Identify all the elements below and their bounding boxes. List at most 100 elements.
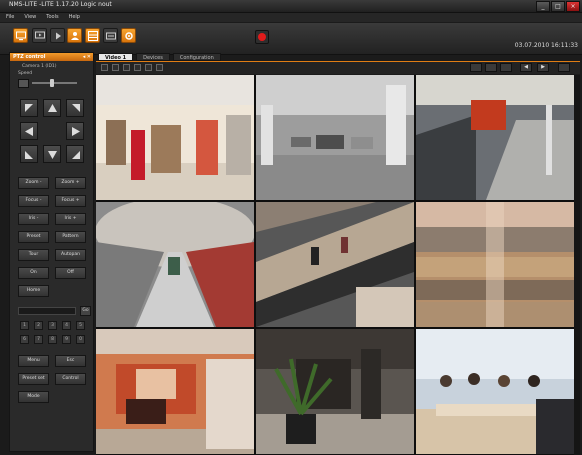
users-button[interactable] [67,28,82,43]
camera-metro-platform[interactable] [416,75,574,200]
conference-room-feed [416,329,574,454]
ptz-down-left[interactable] [20,145,38,163]
ptz-up-left[interactable] [20,99,38,117]
iris-plus-button[interactable]: Iris + [55,213,86,225]
ptz-down-right[interactable] [66,145,84,163]
speed-value-box[interactable] [18,79,29,88]
home-button[interactable]: Home [18,285,49,297]
clothing-store-feed [96,75,254,200]
on-button[interactable]: On [18,267,49,279]
keyboard-button[interactable] [103,28,118,43]
tab-configuration[interactable]: Configuration [172,53,221,61]
camera-metro-station[interactable] [96,202,254,327]
focus-minus-button[interactable]: Focus - [18,195,49,207]
arrow-down-right-icon [72,151,80,159]
grid-scrollbar[interactable] [574,75,580,455]
tab-devices[interactable]: Devices [136,53,170,61]
live-view-button[interactable] [13,28,28,43]
layout-1x1-icon[interactable] [101,64,108,71]
ptz-down[interactable] [43,145,61,163]
ptz-camera-label: Camera 1 (ID1) [22,64,57,69]
menu-file[interactable]: File [6,13,14,22]
autopan-button[interactable]: Autopan [55,249,86,261]
ptz-header-buttons[interactable]: ◂ ✕ [83,53,91,61]
preset-button[interactable]: Preset [18,231,49,243]
speed-slider-thumb[interactable] [50,79,55,87]
preset-set-button[interactable]: Preset set [18,373,49,385]
control-button[interactable]: Control [55,373,86,385]
camera-clothing-store[interactable] [96,75,254,200]
playback-button[interactable] [32,28,47,43]
record-button[interactable] [255,30,269,44]
last-page-button[interactable] [558,63,570,72]
keypad-1[interactable]: 1 [20,321,29,330]
tour-button[interactable]: Tour [18,249,49,261]
preset-number-input[interactable] [18,307,76,315]
arrow-up-left-icon [25,104,33,112]
pattern-button[interactable]: Pattern [55,231,86,243]
fullscreen-button[interactable] [470,63,482,72]
close-button[interactable]: × [566,1,580,12]
layout-2x2-icon[interactable] [112,64,119,71]
camera-mall-escalators[interactable] [256,202,414,327]
camera-shopping-mall[interactable] [416,202,574,327]
esc-button[interactable]: Esc [55,355,86,367]
camera-parking-garage[interactable] [256,75,414,200]
keypad-5[interactable]: 5 [76,321,85,330]
camera-lobby-plant[interactable] [256,329,414,454]
mode-button[interactable]: Mode [18,391,49,403]
play-button[interactable] [50,28,65,43]
tab-video-1[interactable]: Video 1 [98,53,134,61]
keypad-9[interactable]: 9 [62,335,71,344]
iris-minus-button[interactable]: Iris - [18,213,49,225]
menu-help[interactable]: Help [69,13,80,22]
ptz-up[interactable] [43,99,61,117]
arrow-right-icon [72,127,80,136]
window-mode-button[interactable] [485,63,497,72]
ptz-right[interactable] [66,122,84,140]
camera-meeting-room[interactable] [96,329,254,454]
layout-4x4-icon[interactable] [134,64,141,71]
layout-button[interactable] [85,28,100,43]
metro-station-feed [96,202,254,327]
window-controls: _ □ × [536,1,580,12]
keypad-6[interactable]: 6 [20,335,29,344]
menu-button[interactable]: Menu [18,355,49,367]
zoom-minus-button[interactable]: Zoom - [18,177,49,189]
go-button[interactable]: Go [80,306,91,316]
zoom-plus-button[interactable]: Zoom + [55,177,86,189]
maximize-button[interactable]: □ [551,1,565,12]
lobby-plant-feed [256,329,414,454]
arrow-down-icon [48,151,57,159]
settings-button[interactable] [121,28,136,43]
arrow-up-right-icon [72,104,80,112]
keypad-0[interactable]: 0 [76,335,85,344]
keypad-7[interactable]: 7 [34,335,43,344]
layout-5x5-icon[interactable] [145,64,152,71]
main-toolbar: 03.07.2010 16:11:33 [0,23,582,55]
layout-3x3-icon[interactable] [123,64,130,71]
page-prev-button[interactable]: ◀ [520,63,532,72]
menu-tools[interactable]: Tools [46,13,58,22]
layout-toolbar: ◀ ▶ [96,62,580,74]
mall-escalators-feed [256,202,414,327]
page-next-button[interactable]: ▶ [537,63,549,72]
arrow-up-icon [48,104,57,112]
off-button[interactable]: Off [55,267,86,279]
ptz-up-right[interactable] [66,99,84,117]
layout-custom-icon[interactable] [156,64,163,71]
snapshot-button[interactable] [500,63,512,72]
layout-icon [88,31,98,41]
window-title: NMS-LITE -LITE 1.17.20 Logic nout [9,1,112,8]
camera-conference-room[interactable] [416,329,574,454]
focus-plus-button[interactable]: Focus + [55,195,86,207]
speed-slider[interactable] [32,82,77,84]
keypad-8[interactable]: 8 [48,335,57,344]
keypad-3[interactable]: 3 [48,321,57,330]
keypad-2[interactable]: 2 [34,321,43,330]
minimize-button[interactable]: _ [536,1,550,12]
menu-view[interactable]: View [24,13,36,22]
keypad-4[interactable]: 4 [62,321,71,330]
menu-bar: File View Tools Help [0,13,582,22]
ptz-left[interactable] [20,122,38,140]
